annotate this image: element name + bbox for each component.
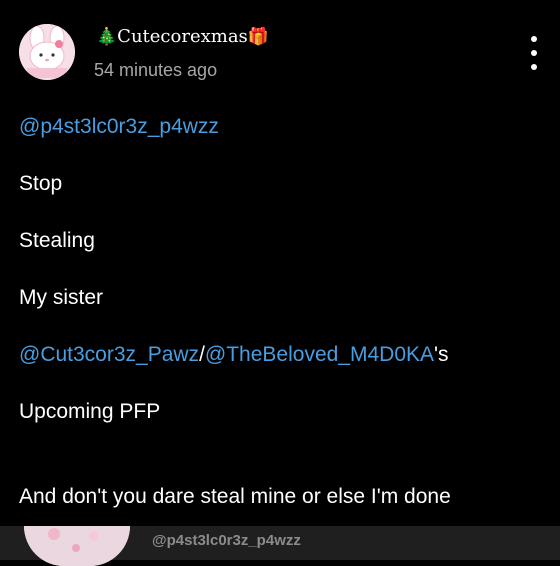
my-melody-avatar-icon	[24, 526, 130, 566]
post-line: Stop	[19, 172, 63, 195]
post-line: And don't you dare steal mine or else I'…	[19, 485, 451, 508]
mention-link[interactable]: @TheBeloved_M4D0KA	[205, 343, 434, 366]
next-post-preview[interactable]: @p4st3lc0r3z_p4wzz	[0, 526, 560, 566]
author-name-text: Cutecorexmas	[117, 26, 248, 47]
author-avatar[interactable]	[19, 24, 75, 80]
next-post-avatar[interactable]	[24, 526, 130, 566]
mention-link[interactable]: @Cut3cor3z_Pawz	[19, 343, 199, 366]
author-name[interactable]: 🎄Cutecorexmas🎁	[96, 26, 269, 47]
post-line: Upcoming PFP	[19, 400, 161, 423]
post-line: My sister	[19, 286, 103, 309]
mentions-line: @Cut3cor3z_Pawz/@TheBeloved_M4D0KA's	[19, 343, 449, 367]
gift-emoji: 🎁	[247, 27, 269, 47]
possessive-text: 's	[434, 343, 449, 366]
post-line: Stealing	[19, 229, 95, 252]
post-timestamp: 54 minutes ago	[94, 60, 218, 80]
mention-link[interactable]: @p4st3lc0r3z_p4wzz	[19, 115, 219, 139]
more-vertical-icon[interactable]	[524, 36, 544, 70]
next-post-mention[interactable]: @p4st3lc0r3z_p4wzz	[152, 532, 301, 549]
christmas-tree-emoji: 🎄	[96, 27, 118, 47]
my-melody-avatar-icon	[19, 24, 75, 80]
post-header: 🎄Cutecorexmas🎁 54 minutes ago	[0, 0, 560, 100]
